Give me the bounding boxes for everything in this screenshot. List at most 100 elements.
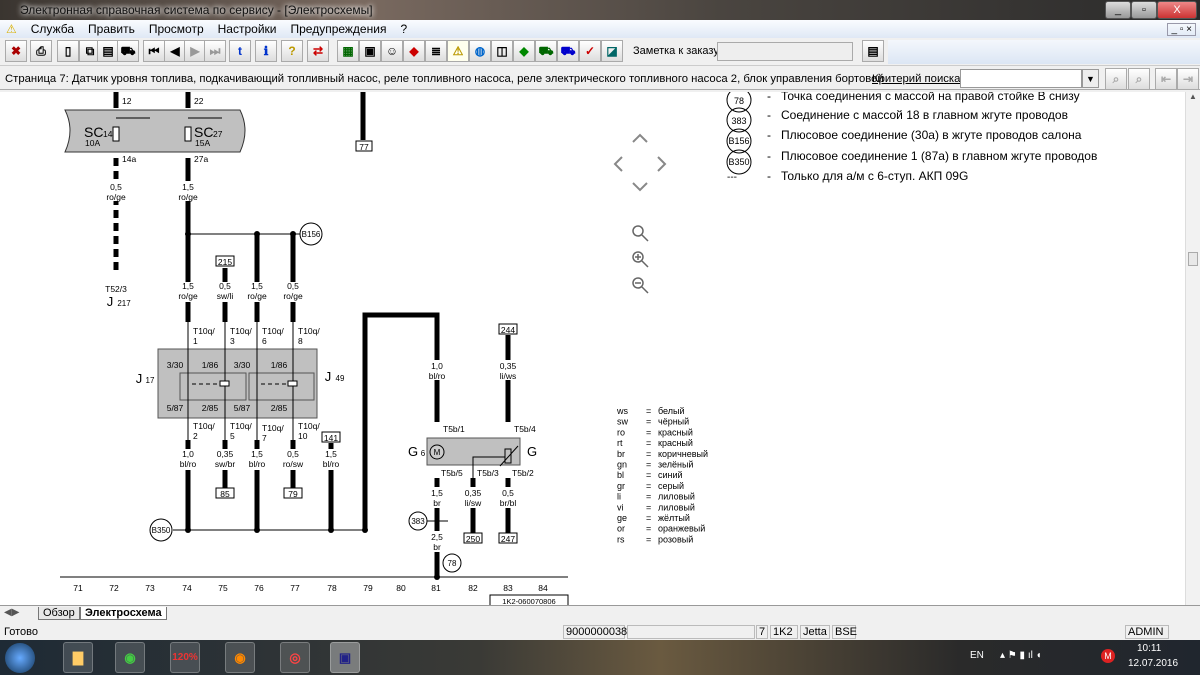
svg-text:T10q/: T10q/ <box>230 421 252 431</box>
fuse1-amp: 10A <box>85 138 100 148</box>
service-app-icon[interactable]: ▣ <box>330 642 360 673</box>
zoom-controls[interactable] <box>632 225 649 294</box>
minimize-button[interactable]: _ <box>1105 1 1131 19</box>
chrome-icon[interactable]: ◉ <box>115 642 145 673</box>
circle-383: 383 <box>411 517 425 526</box>
note-edit-icon[interactable]: ▤ <box>862 40 884 62</box>
close-button[interactable]: X <box>1157 1 1197 19</box>
module-icon[interactable]: ▦ <box>337 40 359 62</box>
menu-view[interactable]: Просмотр <box>149 22 204 36</box>
search-next-icon[interactable]: ⌕ <box>1128 68 1150 90</box>
ref-244[interactable]: 244 <box>501 325 515 335</box>
last-page-icon[interactable]: ⏭ <box>204 40 226 62</box>
antivirus-tray-icon[interactable]: M <box>1101 649 1115 663</box>
svg-text:1: 1 <box>193 336 198 346</box>
swap-icon[interactable]: ⇄ <box>307 40 329 62</box>
ref-141[interactable]: 141 <box>324 433 338 443</box>
pan-up-icon <box>632 133 648 143</box>
circle-78: 78 <box>448 559 457 568</box>
tab-wiring-diagram[interactable]: Электросхема <box>80 607 167 620</box>
mdi-controls[interactable]: _ ▫ × <box>1167 22 1196 36</box>
clock-date[interactable]: 12.07.2016 <box>1128 658 1178 669</box>
prev-page-icon[interactable]: ◀ <box>164 40 186 62</box>
svg-text:T5b/4: T5b/4 <box>514 424 536 434</box>
print-icon[interactable]: ⎙ <box>30 40 52 62</box>
window-icon[interactable]: ◫ <box>491 40 513 62</box>
color-name: белый <box>658 406 685 416</box>
search-criteria-input[interactable] <box>960 69 1082 88</box>
search-prev-icon[interactable]: ⌕ <box>1105 68 1127 90</box>
globe-icon[interactable]: ◍ <box>469 40 491 62</box>
toolbar: ✖ ⎙ ▯ ⧉ ▤ ⛟ ⏮ ◀ ▶ ⏭ t ℹ ? ⇄ ▦ ▣ ☺ ◆ ≣ ⚠ … <box>0 38 1200 66</box>
language-indicator[interactable]: EN <box>970 650 984 661</box>
tray-icons[interactable]: ▴ ⚑ ▮ ıl ◖ <box>1000 650 1042 661</box>
maximize-button[interactable]: ▫ <box>1131 1 1157 19</box>
car-info-icon[interactable]: ⛟ <box>557 40 579 62</box>
equals-sign: = <box>646 449 651 459</box>
ref-85[interactable]: 85 <box>220 489 230 499</box>
ref-247[interactable]: 247 <box>501 534 515 544</box>
ref-215[interactable]: 215 <box>218 257 232 267</box>
firefox-icon[interactable]: ◉ <box>225 642 255 673</box>
wiring-diagram-canvas[interactable]: 12 22 SC 14 10A SC 27 15A 14a 27a 0,5 ro/… <box>0 92 1185 605</box>
grid-icon[interactable]: ▣ <box>359 40 381 62</box>
indent-left-icon[interactable]: ⇤ <box>1155 68 1177 90</box>
car-icon[interactable]: ⛟ <box>117 40 139 62</box>
fuse2-sub: 27 <box>213 129 223 139</box>
checklist-icon[interactable]: ✓ <box>579 40 601 62</box>
wire-color: ro/ge <box>283 291 303 301</box>
explorer-icon[interactable]: ▇ <box>63 642 93 673</box>
exit-icon[interactable]: ✖ <box>5 40 27 62</box>
list-icon[interactable]: ≣ <box>425 40 447 62</box>
info-icon[interactable]: ℹ <box>255 40 277 62</box>
wire-size: 1,5 <box>251 281 263 291</box>
equals-sign: = <box>646 502 651 512</box>
start-button[interactable] <box>5 643 35 673</box>
equals-sign: = <box>646 417 651 427</box>
clock-time[interactable]: 10:11 <box>1137 643 1161 654</box>
wire-color: li/sw <box>465 498 482 508</box>
first-page-icon[interactable]: ⏮ <box>143 40 165 62</box>
pan-controls[interactable] <box>613 133 667 192</box>
book-icon[interactable]: ◆ <box>403 40 425 62</box>
menu-settings[interactable]: Настройки <box>218 22 277 36</box>
svg-text:84: 84 <box>538 583 548 593</box>
ref-250[interactable]: 250 <box>466 534 480 544</box>
search-dropdown-chevron-icon[interactable]: ▼ <box>1082 69 1099 88</box>
order-note-input[interactable] <box>717 42 853 61</box>
status-page: 7 <box>756 625 768 639</box>
ref-77[interactable]: 77 <box>359 142 369 152</box>
acrobat-120-icon[interactable]: 120% <box>170 642 200 673</box>
next-page-icon[interactable]: ▶ <box>184 40 206 62</box>
menu-bar: ⚠ Служба Править Просмотр Настройки Пред… <box>0 20 1200 38</box>
text-icon[interactable]: t <box>229 40 251 62</box>
fuse-sc27-icon <box>184 126 192 142</box>
svg-text:T10q/: T10q/ <box>193 326 215 336</box>
menu-service[interactable]: Служба <box>31 22 74 36</box>
scroll-thumb[interactable] <box>1188 252 1198 266</box>
circle-b350: B350 <box>152 526 171 535</box>
person-icon[interactable]: ☺ <box>381 40 403 62</box>
green-icon[interactable]: ◆ <box>513 40 535 62</box>
color-code: ge <box>617 513 627 523</box>
tab-overview[interactable]: Обзор <box>38 607 80 620</box>
new-page-icon[interactable]: ▯ <box>57 40 79 62</box>
gom-player-icon[interactable]: ◎ <box>280 642 310 673</box>
ref-79[interactable]: 79 <box>288 489 298 499</box>
svg-text:-: - <box>767 92 771 103</box>
svg-text:78: 78 <box>734 96 744 106</box>
tab-scroll-left-icon[interactable]: ◀▶ <box>4 607 19 618</box>
color-name: красный <box>658 438 693 448</box>
paste-icon[interactable]: ▤ <box>97 40 119 62</box>
menu-warnings[interactable]: Предупреждения <box>290 22 386 36</box>
vertical-scrollbar[interactable]: ▲ <box>1185 92 1200 605</box>
car-green-icon[interactable]: ⛟ <box>535 40 557 62</box>
menu-help[interactable]: ? <box>400 22 407 36</box>
indent-right-icon[interactable]: ⇥ <box>1177 68 1199 90</box>
help-icon[interactable]: ? <box>281 40 303 62</box>
menu-edit[interactable]: Править <box>88 22 135 36</box>
color-name: красный <box>658 427 693 437</box>
svg-text:80: 80 <box>396 583 406 593</box>
warning-tool-icon[interactable]: ⚠ <box>447 40 469 62</box>
wire-color: bl/ro <box>429 371 446 381</box>
